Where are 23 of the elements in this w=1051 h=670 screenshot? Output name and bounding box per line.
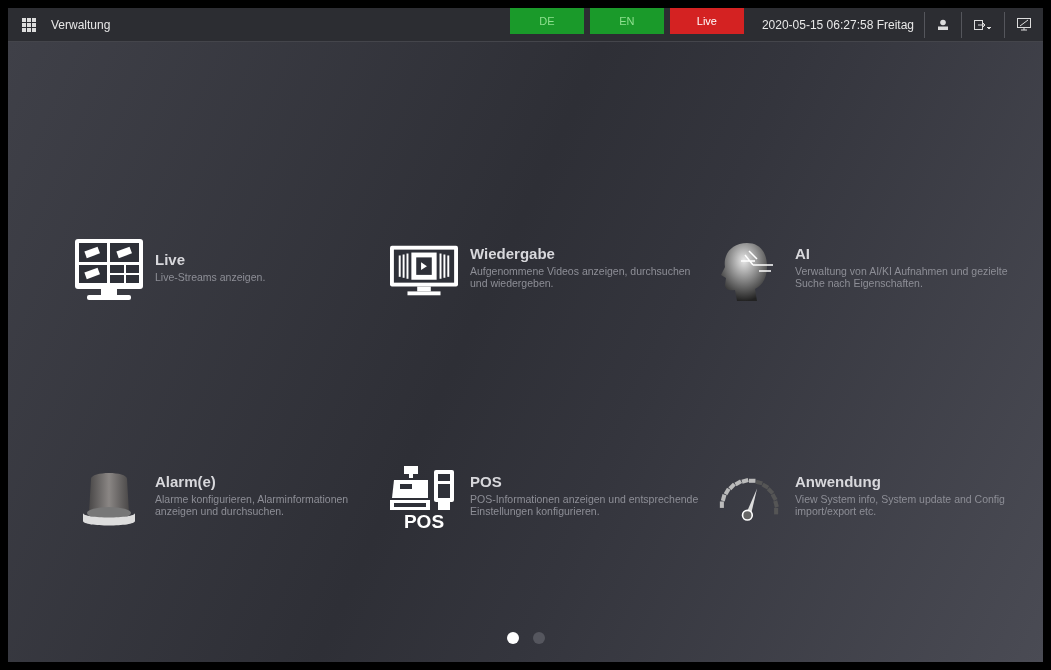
monitor-video-icon[interactable] <box>390 245 458 297</box>
user-icon[interactable] <box>937 18 949 31</box>
tile-description: POS-Informationen anzeigen und entsprechende Einstellungen konfigurieren. <box>470 493 700 517</box>
app-grid-icon[interactable] <box>22 17 36 32</box>
tile-description: Alarme konfigurieren, Alarminformationen anzeigen und durchsuchen. <box>155 493 350 517</box>
tile-title[interactable]: POS <box>470 473 700 490</box>
tile-description: Live-Streams anzeigen. <box>155 271 266 283</box>
tile-description: Verwaltung von AI/KI Aufnahmen und gezielte Suche nach Eigenschaften. <box>795 265 1009 289</box>
page-title: Verwaltung <box>51 17 111 32</box>
page-dot[interactable] <box>506 632 519 644</box>
tile-title[interactable]: Live <box>155 251 266 268</box>
datetime-label: 2020-05-15 06:27:58 Freitag <box>761 17 914 32</box>
logout-icon[interactable] <box>974 18 992 31</box>
tile-title[interactable]: Alarm(e) <box>155 473 385 490</box>
tile-description: View System info, System update and Config import/export etc. <box>795 493 1006 517</box>
page-dot[interactable] <box>532 632 545 644</box>
monitor-icon[interactable] <box>1017 18 1031 31</box>
tile-description: Aufgenommene Videos anzeigen, durchsuchen und wiedergeben. <box>470 265 692 289</box>
tile-title[interactable]: AI <box>795 245 1025 262</box>
monitor-cameras-icon[interactable] <box>75 239 143 303</box>
tile-title[interactable]: Anwendung <box>795 473 1025 490</box>
live-button[interactable]: Live <box>669 8 744 34</box>
tile-title[interactable]: Wiedergabe <box>470 245 700 262</box>
